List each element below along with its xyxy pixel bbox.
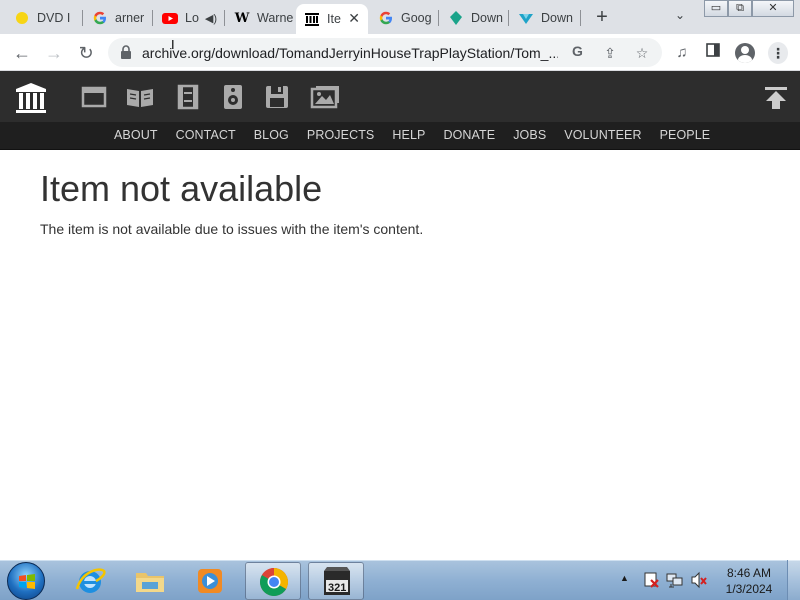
speaker-icon[interactable]: ◀) (205, 12, 217, 25)
tab-separator (224, 10, 225, 26)
taskbar-mpc-button[interactable]: 321 (308, 562, 364, 600)
tab-label: Warne (257, 11, 294, 25)
clock-date: 1/3/2024 (725, 582, 773, 596)
archive-nav-list: ABOUT CONTACT BLOG PROJECTS HELP DONATE … (114, 128, 728, 142)
nav-about[interactable]: ABOUT (114, 128, 158, 142)
taskbar-explorer-button[interactable] (122, 562, 178, 600)
svg-text:321: 321 (328, 582, 346, 594)
tab-google-warner[interactable]: arner (84, 4, 150, 32)
google-icon (92, 10, 108, 26)
side-panel-icon[interactable] (702, 42, 724, 64)
nav-people[interactable]: PEOPLE (660, 128, 711, 142)
forward-button[interactable]: → (41, 40, 67, 66)
archive-logo-icon[interactable] (14, 81, 48, 115)
tab-separator (82, 10, 83, 26)
bookmark-star-icon[interactable]: ☆ (632, 43, 652, 63)
tab-label: Goog (401, 11, 432, 25)
restore-button[interactable]: ⧉ (728, 0, 752, 17)
video-icon[interactable] (175, 84, 201, 110)
back-button[interactable]: ← (9, 40, 35, 66)
google-lens-icon[interactable]: G (568, 43, 588, 63)
tab-separator (438, 10, 439, 26)
archive-icon (304, 11, 320, 27)
tab-youtube[interactable]: Lo ◀) (154, 4, 222, 32)
taskbar-clock[interactable]: 8:46 AM 1/3/2024 (712, 565, 786, 597)
close-tab-icon[interactable]: ✕ (348, 10, 360, 27)
media-control-icon[interactable]: ♫ (671, 42, 693, 64)
address-bar[interactable]: archive.org/download/TomandJerryinHouseT… (108, 38, 662, 67)
tab-wikipedia[interactable]: W Warne (226, 4, 294, 32)
start-button[interactable] (7, 562, 45, 600)
network-icon[interactable] (666, 571, 684, 589)
show-hidden-icons-icon[interactable]: ▲ (620, 573, 629, 583)
images-icon[interactable] (310, 84, 340, 110)
volume-muted-icon[interactable] (690, 571, 708, 589)
google-icon (378, 10, 394, 26)
taskbar-ie-button[interactable] (62, 562, 118, 600)
taskbar-wmp-button[interactable] (182, 562, 238, 600)
archive-header (0, 71, 800, 122)
media-player-classic-icon: 321 (321, 566, 353, 598)
text-cursor-icon: I (171, 37, 175, 52)
nav-blog[interactable]: BLOG (254, 128, 289, 142)
taskbar-chrome-button[interactable] (245, 562, 301, 600)
media-player-icon (194, 565, 226, 597)
nav-volunteer[interactable]: VOLUNTEER (564, 128, 641, 142)
archive-nav-bar: ABOUT CONTACT BLOG PROJECTS HELP DONATE … (0, 122, 800, 150)
browser-toolbar: ← → ↻ archive.org/download/TomandJerryin… (0, 34, 800, 71)
audio-icon[interactable] (220, 84, 246, 110)
show-desktop-button[interactable] (787, 560, 800, 600)
reload-button[interactable]: ↻ (73, 40, 99, 66)
tab-google[interactable]: Goog (370, 4, 436, 32)
share-icon[interactable]: ⇪ (600, 43, 620, 63)
nav-help[interactable]: HELP (392, 128, 425, 142)
wikipedia-icon: W (234, 10, 250, 26)
download-site-icon (518, 10, 534, 26)
tab-label: DVD I (37, 11, 71, 25)
upload-icon[interactable] (764, 86, 788, 110)
lock-icon[interactable] (120, 45, 132, 59)
tab-label: arner (115, 11, 145, 25)
page-title: Item not available (40, 168, 323, 209)
tab-separator (508, 10, 509, 26)
youtube-icon (162, 10, 178, 26)
texts-icon[interactable] (125, 84, 155, 110)
clock-time: 8:46 AM (726, 566, 772, 580)
minimize-button[interactable]: ▭ (704, 0, 728, 17)
tab-separator (152, 10, 153, 26)
tab-dvd[interactable]: DVD I (6, 4, 80, 32)
tab-download-2[interactable]: Down (510, 4, 578, 32)
nav-jobs[interactable]: JOBS (513, 128, 546, 142)
windows-logo-icon (18, 573, 36, 591)
tab-label: Down (541, 11, 573, 25)
tab-separator (580, 10, 581, 26)
tab-archive-active[interactable]: Ite ✕ (296, 4, 368, 34)
browser-tab-strip: DVD I arner Lo ◀) W Warne Ite ✕ Goog Dow… (0, 0, 800, 34)
tab-label: Ite (327, 12, 341, 26)
close-window-button[interactable]: ✕ (752, 0, 794, 17)
action-center-icon[interactable] (642, 571, 660, 589)
web-icon[interactable] (81, 84, 107, 110)
software-icon[interactable] (264, 84, 290, 110)
download-site-icon (448, 10, 464, 26)
tab-label: Lo (185, 11, 199, 25)
address-url[interactable]: archive.org/download/TomandJerryinHouseT… (142, 45, 558, 61)
chrome-icon (258, 566, 290, 598)
tab-download-1[interactable]: Down (440, 4, 506, 32)
tab-label: Down (471, 11, 503, 25)
page-message: The item is not available due to issues … (40, 221, 424, 237)
internet-explorer-icon (74, 565, 106, 597)
nav-contact[interactable]: CONTACT (176, 128, 236, 142)
nav-projects[interactable]: PROJECTS (307, 128, 374, 142)
nav-donate[interactable]: DONATE (443, 128, 495, 142)
svg-text:G: G (572, 43, 583, 59)
new-tab-button[interactable]: + (590, 6, 614, 28)
file-explorer-icon (134, 565, 166, 597)
tab-search-icon[interactable]: ⌄ (670, 8, 690, 26)
norton-icon (14, 10, 30, 26)
browser-menu-icon[interactable]: ⋮ (768, 42, 788, 64)
profile-avatar[interactable] (735, 43, 755, 63)
